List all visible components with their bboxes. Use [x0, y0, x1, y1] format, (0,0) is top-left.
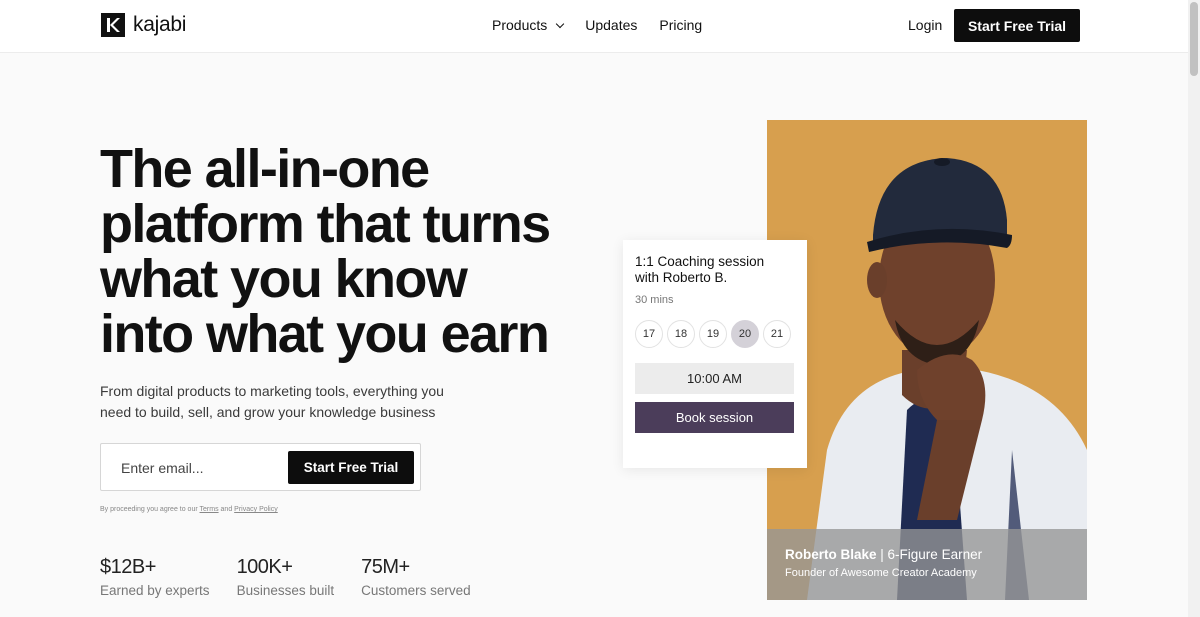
- main-nav: Products Updates Pricing: [492, 17, 702, 33]
- stat-label: Businesses built: [236, 583, 335, 598]
- terms-link[interactable]: Terms: [200, 506, 219, 513]
- stat-label: Earned by experts: [100, 583, 210, 598]
- stat-businesses: 100K+ Businesses built: [237, 556, 335, 598]
- email-input[interactable]: [111, 452, 281, 484]
- stat-value: 75M+: [361, 556, 410, 578]
- email-signup-form: Start Free Trial: [100, 443, 421, 491]
- stat-customers: 75M+ Customers served: [361, 556, 471, 598]
- time-slot[interactable]: 10:00 AM: [635, 363, 794, 394]
- privacy-policy-link[interactable]: Privacy Policy: [234, 506, 278, 513]
- booking-title: 1:1 Coaching session with Roberto B.: [635, 254, 795, 286]
- testimonial-role: Founder of Awesome Creator Academy: [785, 567, 977, 579]
- testimonial-separator: |: [876, 547, 888, 562]
- scrollbar-thumb[interactable]: [1190, 2, 1198, 76]
- date-option[interactable]: 17: [635, 320, 663, 348]
- stats-row: $12B+ Earned by experts 100K+ Businesses…: [100, 556, 498, 598]
- date-picker: 17 18 19 20 21: [635, 320, 791, 348]
- stat-value: 100K+: [236, 556, 293, 578]
- book-session-button[interactable]: Book session: [635, 402, 794, 433]
- stat-value: $12B+: [100, 556, 156, 578]
- testimonial-title: 6-Figure Earner: [887, 547, 983, 562]
- chevron-down-icon: [556, 19, 565, 28]
- nav-products[interactable]: Products: [492, 17, 565, 33]
- stat-label: Customers served: [361, 583, 471, 598]
- testimonial-name-line: Roberto Blake | 6-Figure Earner: [785, 547, 1069, 562]
- stat-earned: $12B+ Earned by experts: [100, 556, 210, 598]
- hero-headline: The all-in-one platform that turns what …: [100, 142, 560, 362]
- booking-title-line: with Roberto B.: [635, 270, 728, 285]
- legal-prefix: By proceeding you agree to our: [100, 506, 198, 513]
- logo-text: kajabi: [133, 13, 187, 36]
- hero-subtext: From digital products to marketing tools…: [100, 381, 460, 423]
- date-option-selected[interactable]: 20: [731, 320, 759, 348]
- legal-and: and: [220, 506, 233, 513]
- header-start-trial-button[interactable]: Start Free Trial: [954, 9, 1080, 42]
- kajabi-logo[interactable]: kajabi: [101, 13, 186, 37]
- subtext-line: From digital products to marketing tools…: [100, 383, 444, 399]
- date-option[interactable]: 18: [667, 320, 695, 348]
- headline-line: what you know: [100, 249, 468, 309]
- nav-products-label: Products: [492, 17, 548, 33]
- kajabi-logo-icon: [101, 13, 125, 37]
- date-option[interactable]: 21: [763, 320, 791, 348]
- nav-pricing[interactable]: Pricing: [659, 17, 702, 33]
- headline-line: platform that turns: [100, 194, 551, 254]
- booking-title-line: 1:1 Coaching session: [635, 254, 765, 269]
- testimonial-caption: Roberto Blake | 6-Figure Earner Founder …: [767, 529, 1087, 600]
- person-illustration: [807, 158, 1087, 600]
- testimonial-photo: Roberto Blake | 6-Figure Earner Founder …: [767, 120, 1087, 600]
- headline-line: The all-in-one: [100, 139, 430, 199]
- site-header: kajabi Products Updates Pricing Login St…: [0, 0, 1188, 53]
- page-scrollbar[interactable]: [1188, 0, 1200, 617]
- booking-duration: 30 mins: [635, 294, 674, 306]
- booking-card: 1:1 Coaching session with Roberto B. 30 …: [623, 240, 807, 468]
- login-link[interactable]: Login: [908, 17, 942, 33]
- form-start-trial-button[interactable]: Start Free Trial: [288, 451, 414, 484]
- nav-updates[interactable]: Updates: [585, 17, 637, 33]
- legal-notice: By proceeding you agree to our Terms and…: [100, 506, 278, 513]
- testimonial-name: Roberto Blake: [785, 547, 877, 562]
- subtext-line: need to build, sell, and grow your knowl…: [100, 404, 436, 420]
- date-option[interactable]: 19: [699, 320, 727, 348]
- headline-line: into what you earn: [100, 304, 550, 364]
